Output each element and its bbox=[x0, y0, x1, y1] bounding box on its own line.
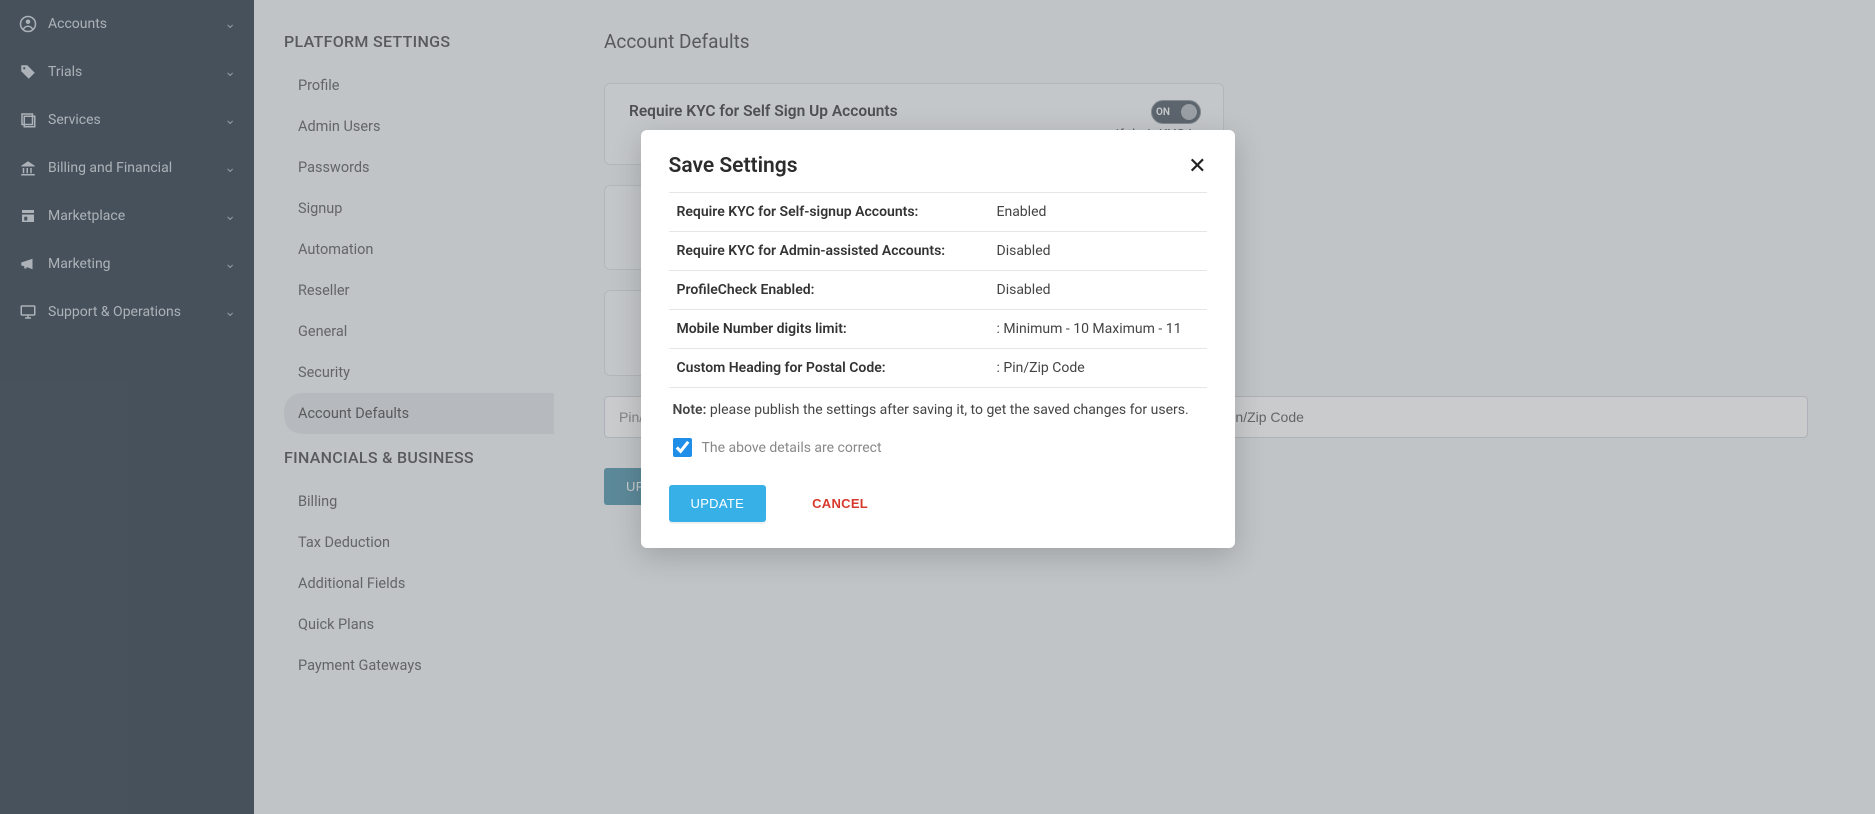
dialog-actions: UPDATE CANCEL bbox=[669, 485, 1207, 522]
dialog-header: Save Settings ✕ bbox=[669, 154, 1207, 178]
row-key: Mobile Number digits limit: bbox=[677, 321, 997, 337]
row-key: Custom Heading for Postal Code: bbox=[677, 360, 997, 376]
row-value: Enabled bbox=[997, 204, 1199, 220]
dialog-row: ProfileCheck Enabled: Disabled bbox=[669, 271, 1207, 310]
dialog-cancel-button[interactable]: CANCEL bbox=[790, 485, 890, 522]
dialog-row: Require KYC for Admin-assisted Accounts:… bbox=[669, 232, 1207, 271]
note-text: please publish the settings after saving… bbox=[706, 402, 1188, 418]
dialog-note: Note: please publish the settings after … bbox=[669, 402, 1207, 418]
row-value: : Minimum - 10 Maximum - 11 bbox=[997, 321, 1199, 337]
row-key: Require KYC for Admin-assisted Accounts: bbox=[677, 243, 997, 259]
confirm-checkbox[interactable] bbox=[673, 438, 692, 457]
close-icon[interactable]: ✕ bbox=[1188, 155, 1206, 177]
row-value: Disabled bbox=[997, 282, 1199, 298]
confirm-label: The above details are correct bbox=[702, 440, 882, 456]
row-key: ProfileCheck Enabled: bbox=[677, 282, 997, 298]
dialog-row: Custom Heading for Postal Code: : Pin/Zi… bbox=[669, 349, 1207, 388]
row-key: Require KYC for Self-signup Accounts: bbox=[677, 204, 997, 220]
row-value: Disabled bbox=[997, 243, 1199, 259]
dialog-row: Mobile Number digits limit: : Minimum - … bbox=[669, 310, 1207, 349]
row-value: : Pin/Zip Code bbox=[997, 360, 1199, 376]
dialog-settings-table: Require KYC for Self-signup Accounts: En… bbox=[669, 192, 1207, 388]
dialog-row: Require KYC for Self-signup Accounts: En… bbox=[669, 193, 1207, 232]
dialog-update-button[interactable]: UPDATE bbox=[669, 485, 767, 522]
dialog-title: Save Settings bbox=[669, 154, 798, 178]
note-prefix: Note: bbox=[673, 402, 707, 418]
save-settings-dialog: Save Settings ✕ Require KYC for Self-sig… bbox=[641, 130, 1235, 548]
confirm-row: The above details are correct bbox=[669, 438, 1207, 457]
